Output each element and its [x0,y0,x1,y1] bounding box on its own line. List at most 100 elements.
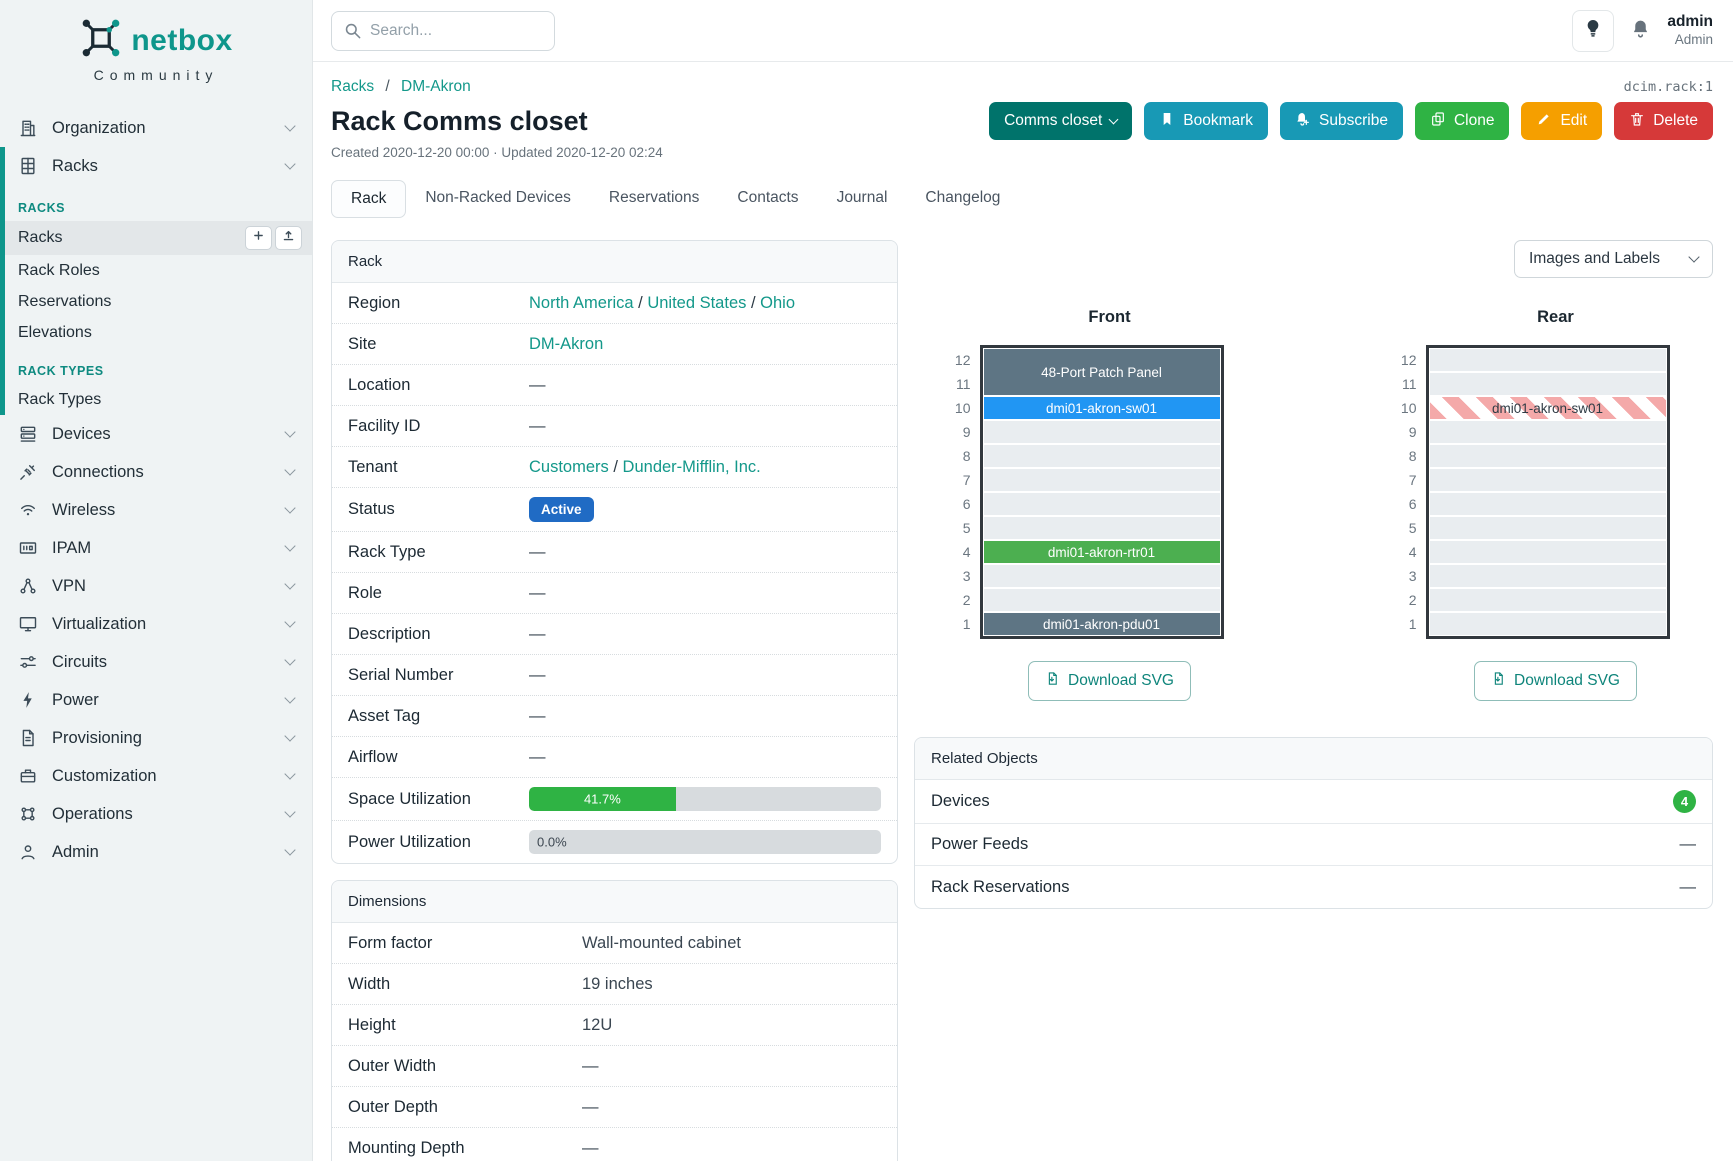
subscribe-button[interactable]: Subscribe [1280,102,1403,140]
tab-reservations[interactable]: Reservations [590,180,718,218]
rack-unit-empty[interactable] [984,517,1220,539]
detail-link[interactable]: Dunder-Mifflin, Inc. [623,458,761,476]
sidebar-item-connections[interactable]: Connections [0,453,312,491]
related-object-row-rack-reservations[interactable]: Rack Reservations— [915,866,1712,908]
sidebar-item-admin[interactable]: Admin [0,833,312,871]
rack-unit-empty[interactable] [984,469,1220,491]
brand[interactable]: netbox Community [0,16,312,83]
sidebar-item-reservations[interactable]: Reservations [5,286,312,317]
sidebar-item-devices[interactable]: Devices [0,415,312,453]
tab-changelog[interactable]: Changelog [906,180,1019,218]
rack-unit-device[interactable]: 48-Port Patch Panel [984,349,1220,395]
detail-value: — [582,1098,881,1117]
download-svg-rear-button[interactable]: Download SVG [1474,661,1637,701]
sidebar-item-wireless[interactable]: Wireless [0,491,312,529]
created-updated-meta: Created 2020-12-20 00:00 · Updated 2020-… [331,145,1713,160]
tab-non-racked-devices[interactable]: Non-Racked Devices [406,180,590,218]
rack-unit-empty[interactable] [984,589,1220,611]
topbar: admin Admin [313,0,1733,62]
edit-button[interactable]: Edit [1521,102,1602,140]
sidebar-item-organization[interactable]: Organization [0,109,312,147]
detail-link[interactable]: Ohio [760,294,795,312]
rear-elevation-title: Rear [1434,308,1678,327]
detail-label: Airflow [348,748,529,767]
sidebar-item-rack-types[interactable]: Rack Types [5,384,312,415]
rack-card: Rack RegionNorth America / United States… [331,240,898,864]
sidebar-item-circuits[interactable]: Circuits [0,643,312,681]
tab-contacts[interactable]: Contacts [718,180,817,218]
import-racks-button[interactable] [275,226,302,250]
detail-label: Asset Tag [348,707,529,726]
tab-rack[interactable]: Rack [331,180,406,218]
sidebar-item-racks[interactable]: Racks [5,221,312,255]
sidebar-item-elevations[interactable]: Elevations [5,317,312,348]
rack-unit-empty[interactable] [1430,421,1666,443]
sidebar-group-header: RACK TYPES [5,348,312,384]
rack-unit-empty[interactable] [1430,517,1666,539]
delete-button[interactable]: Delete [1614,102,1713,140]
sidebar-item-racks[interactable]: Racks [5,147,312,185]
detail-value: 0.0% [529,830,881,854]
tab-journal[interactable]: Journal [818,180,907,218]
rack-unit-device[interactable]: dmi01-akron-rtr01 [984,541,1220,563]
rack-unit-device[interactable]: dmi01-akron-sw01 [984,397,1220,419]
related-object-row-power-feeds[interactable]: Power Feeds— [915,824,1712,866]
clone-button[interactable]: Clone [1415,102,1510,140]
unit-number: 4 [950,541,971,563]
sidebar-item-virtualization[interactable]: Virtualization [0,605,312,643]
sidebar-item-operations[interactable]: Operations [0,795,312,833]
detail-link[interactable]: United States [647,294,746,312]
sidebar-item-provisioning[interactable]: Provisioning [0,719,312,757]
rack-unit-empty[interactable] [984,445,1220,467]
rack-unit-device[interactable]: dmi01-akron-sw01 [1430,397,1666,419]
link-separator: / [634,294,648,312]
sidebar-item-label: Rack Types [18,391,101,409]
customization-icon [18,766,38,786]
notifications-button[interactable] [1630,18,1651,44]
rack-unit-empty[interactable] [984,493,1220,515]
rack-unit-empty[interactable] [1430,589,1666,611]
related-object-row-devices[interactable]: Devices4 [915,780,1712,824]
sidebar-item-vpn[interactable]: VPN [0,567,312,605]
rack-unit-empty[interactable] [984,421,1220,443]
rack-unit-empty[interactable] [1430,373,1666,395]
rack-unit-empty[interactable] [1430,445,1666,467]
rack-name-menu-button[interactable]: Comms closet [989,102,1132,140]
detail-link[interactable]: North America [529,294,634,312]
rack-unit-empty[interactable] [1430,565,1666,587]
circuits-icon [18,652,38,672]
elevation-view-select[interactable]: Images and Labels [1514,240,1713,278]
rack-unit-empty[interactable] [1430,613,1666,635]
detail-row: TenantCustomers / Dunder-Mifflin, Inc. [332,447,897,488]
page-title: Rack Comms closet [331,106,588,137]
detail-value: — [529,707,881,726]
rack-unit-device[interactable]: dmi01-akron-pdu01 [984,613,1220,635]
user-menu[interactable]: admin Admin [1667,12,1713,48]
racks-expanded-section: RacksRACKSRacksRack RolesReservationsEle… [0,147,312,415]
download-svg-front-button[interactable]: Download SVG [1028,661,1191,701]
rack-unit-empty[interactable] [1430,493,1666,515]
breadcrumb-link-site[interactable]: DM-Akron [401,78,471,95]
unit-number: 10 [1396,397,1417,419]
breadcrumb-link-racks[interactable]: Racks [331,78,374,95]
sidebar-item-rack-roles[interactable]: Rack Roles [5,255,312,286]
search-input[interactable] [331,11,555,51]
sidebar-item-power[interactable]: Power [0,681,312,719]
rack-unit-empty[interactable] [1430,541,1666,563]
sidebar-item-ipam[interactable]: IPAM [0,529,312,567]
sidebar-item-customization[interactable]: Customization [0,757,312,795]
rack-unit-empty[interactable] [1430,349,1666,371]
detail-label: Width [348,975,582,994]
detail-link[interactable]: Customers [529,458,609,476]
unit-number: 1 [1396,613,1417,635]
bookmark-button[interactable]: Bookmark [1144,102,1268,140]
rack-unit-empty[interactable] [984,565,1220,587]
detail-value: — [582,1057,881,1076]
detail-link[interactable]: DM-Akron [529,335,603,353]
bell-icon [1630,18,1651,44]
chevron-down-icon [284,464,295,475]
rack-elevations: Front 121110987654321 48-Port Patch Pane… [914,308,1713,701]
rack-unit-empty[interactable] [1430,469,1666,491]
add-rack-button[interactable] [245,226,272,250]
theme-toggle-button[interactable] [1572,10,1614,52]
